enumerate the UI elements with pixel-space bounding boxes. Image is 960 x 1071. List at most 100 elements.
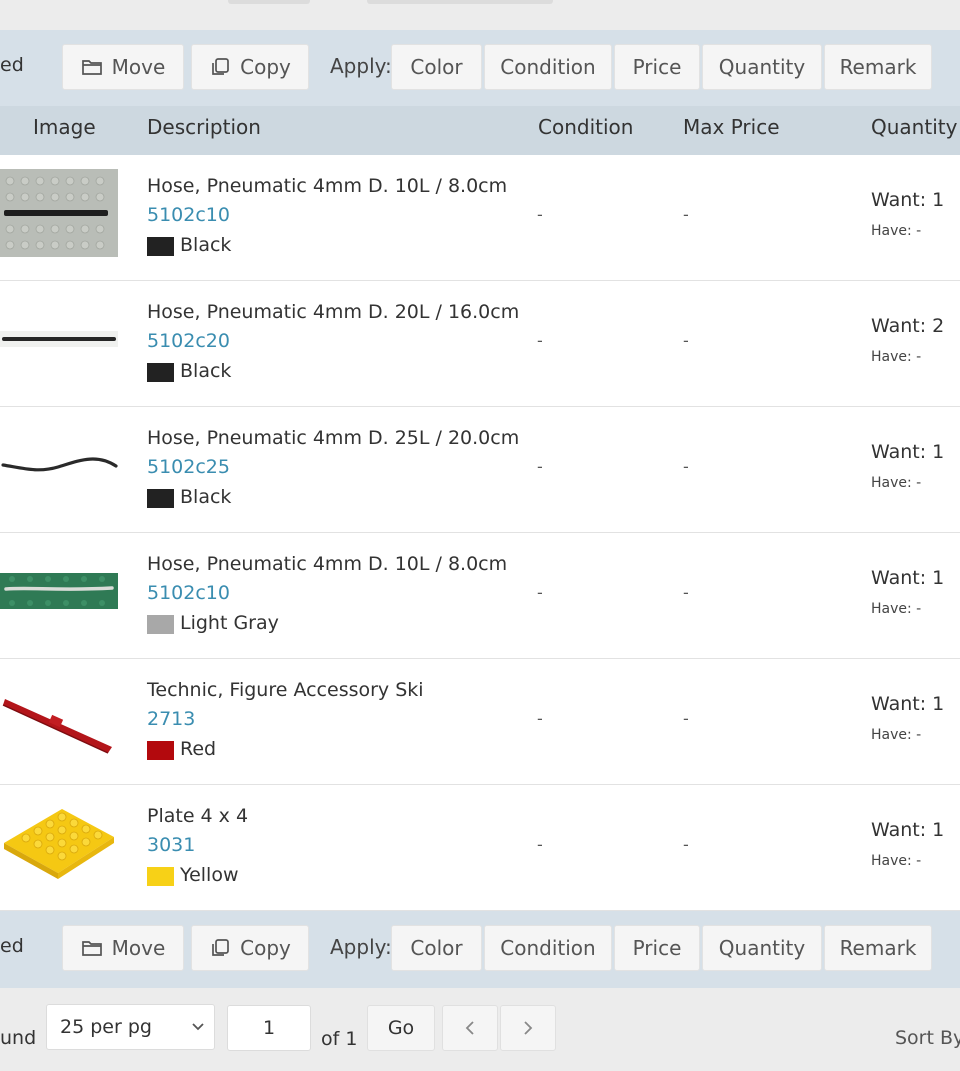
color-swatch	[147, 615, 174, 634]
color-swatch	[147, 867, 174, 886]
table-row: Hose, Pneumatic 4mm D. 25L / 20.0cm 5102…	[0, 407, 960, 533]
previous-page-button[interactable]	[442, 1005, 498, 1051]
max-price-value: -	[683, 331, 689, 350]
have-quantity: Have: -	[871, 727, 922, 743]
header-max-price[interactable]: Max Price	[683, 115, 780, 139]
chevron-right-icon	[524, 1021, 533, 1035]
top-strip	[0, 0, 960, 30]
max-price-value: -	[683, 835, 689, 854]
apply-quantity-button[interactable]: Quantity	[702, 44, 822, 90]
selected-label: ed	[0, 54, 24, 76]
apply-quantity-button[interactable]: Quantity	[702, 925, 822, 971]
item-image[interactable]	[0, 295, 118, 383]
max-price-value: -	[683, 457, 689, 476]
sort-by-label[interactable]: Sort By	[895, 1027, 960, 1049]
item-number-link[interactable]: 5102c20	[147, 330, 230, 352]
want-quantity: Want: 2	[871, 315, 945, 337]
copy-label: Copy	[240, 55, 291, 79]
color-swatch	[147, 489, 174, 508]
apply-price-button[interactable]: Price	[614, 44, 700, 90]
table-header: Image Description Condition Max Price Qu…	[0, 106, 960, 155]
color-swatch	[147, 741, 174, 760]
pagination-bar: und 25 per pg of 1 Go Sort By	[0, 988, 960, 1071]
item-image[interactable]	[0, 421, 118, 509]
want-quantity: Want: 1	[871, 567, 945, 589]
color-name: Black	[180, 486, 232, 508]
top-tab-edge	[228, 0, 310, 4]
table-row: Technic, Figure Accessory Ski 2713 Red -…	[0, 659, 960, 785]
item-description: Hose, Pneumatic 4mm D. 20L / 16.0cm	[147, 301, 520, 323]
folder-icon	[81, 60, 102, 75]
color-swatch	[147, 237, 174, 256]
condition-value: -	[537, 205, 543, 224]
top-toolbar: ed Move Copy Apply: Color Condition Pric…	[0, 30, 960, 106]
item-number-link[interactable]: 5102c25	[147, 456, 230, 478]
copy-label: Copy	[240, 936, 291, 960]
move-label: Move	[111, 55, 166, 79]
color-name: Black	[180, 360, 232, 382]
have-quantity: Have: -	[871, 223, 922, 239]
go-button[interactable]: Go	[367, 1005, 435, 1051]
header-image: Image	[33, 115, 96, 139]
selected-label: ed	[0, 935, 24, 957]
item-number-link[interactable]: 5102c10	[147, 204, 230, 226]
condition-value: -	[537, 457, 543, 476]
apply-condition-button[interactable]: Condition	[484, 44, 612, 90]
apply-label: Apply:	[330, 935, 392, 959]
apply-price-button[interactable]: Price	[614, 925, 700, 971]
apply-remark-button[interactable]: Remark	[824, 44, 932, 90]
item-image[interactable]	[0, 799, 118, 887]
have-quantity: Have: -	[871, 349, 922, 365]
want-quantity: Want: 1	[871, 819, 945, 841]
table-row: Hose, Pneumatic 4mm D. 20L / 16.0cm 5102…	[0, 281, 960, 407]
want-quantity: Want: 1	[871, 441, 945, 463]
top-tab-edge	[367, 0, 553, 4]
item-number-link[interactable]: 2713	[147, 708, 195, 730]
chevron-down-icon	[190, 1018, 206, 1038]
copy-button[interactable]: Copy	[191, 925, 309, 971]
next-page-button[interactable]	[500, 1005, 556, 1051]
apply-label: Apply:	[330, 54, 392, 78]
max-price-value: -	[683, 205, 689, 224]
copy-icon	[212, 58, 229, 75]
item-description: Hose, Pneumatic 4mm D. 25L / 20.0cm	[147, 427, 520, 449]
want-quantity: Want: 1	[871, 189, 945, 211]
item-description: Plate 4 x 4	[147, 805, 249, 827]
move-button[interactable]: Move	[62, 44, 184, 90]
item-description: Hose, Pneumatic 4mm D. 10L / 8.0cm	[147, 553, 508, 575]
max-price-value: -	[683, 583, 689, 602]
table-row: Hose, Pneumatic 4mm D. 10L / 8.0cm 5102c…	[0, 155, 960, 281]
apply-color-button[interactable]: Color	[391, 925, 482, 971]
copy-button[interactable]: Copy	[191, 44, 309, 90]
condition-value: -	[537, 709, 543, 728]
apply-color-button[interactable]: Color	[391, 44, 482, 90]
apply-remark-button[interactable]: Remark	[824, 925, 932, 971]
item-image[interactable]	[0, 673, 118, 761]
item-image[interactable]	[0, 169, 118, 257]
page-number-input[interactable]	[227, 1005, 311, 1051]
copy-icon	[212, 939, 229, 956]
item-number-link[interactable]: 5102c10	[147, 582, 230, 604]
color-name: Black	[180, 234, 232, 256]
have-quantity: Have: -	[871, 853, 922, 869]
condition-value: -	[537, 331, 543, 350]
item-number-link[interactable]: 3031	[147, 834, 195, 856]
wanted-items-table: Hose, Pneumatic 4mm D. 10L / 8.0cm 5102c…	[0, 155, 960, 911]
header-quantity[interactable]: Quantity	[871, 115, 957, 139]
per-page-select[interactable]: 25 per pg	[46, 1004, 215, 1050]
folder-icon	[81, 941, 102, 956]
move-button[interactable]: Move	[62, 925, 184, 971]
table-row: Hose, Pneumatic 4mm D. 10L / 8.0cm 5102c…	[0, 533, 960, 659]
have-quantity: Have: -	[871, 475, 922, 491]
item-description: Hose, Pneumatic 4mm D. 10L / 8.0cm	[147, 175, 508, 197]
item-image[interactable]	[0, 547, 118, 635]
color-swatch	[147, 363, 174, 382]
color-name: Yellow	[180, 864, 239, 886]
header-condition[interactable]: Condition	[538, 115, 633, 139]
chevron-left-icon	[465, 1021, 474, 1035]
move-label: Move	[111, 936, 166, 960]
apply-condition-button[interactable]: Condition	[484, 925, 612, 971]
results-found-label: und	[0, 1027, 37, 1049]
header-description[interactable]: Description	[147, 115, 261, 139]
color-name: Light Gray	[180, 612, 279, 634]
